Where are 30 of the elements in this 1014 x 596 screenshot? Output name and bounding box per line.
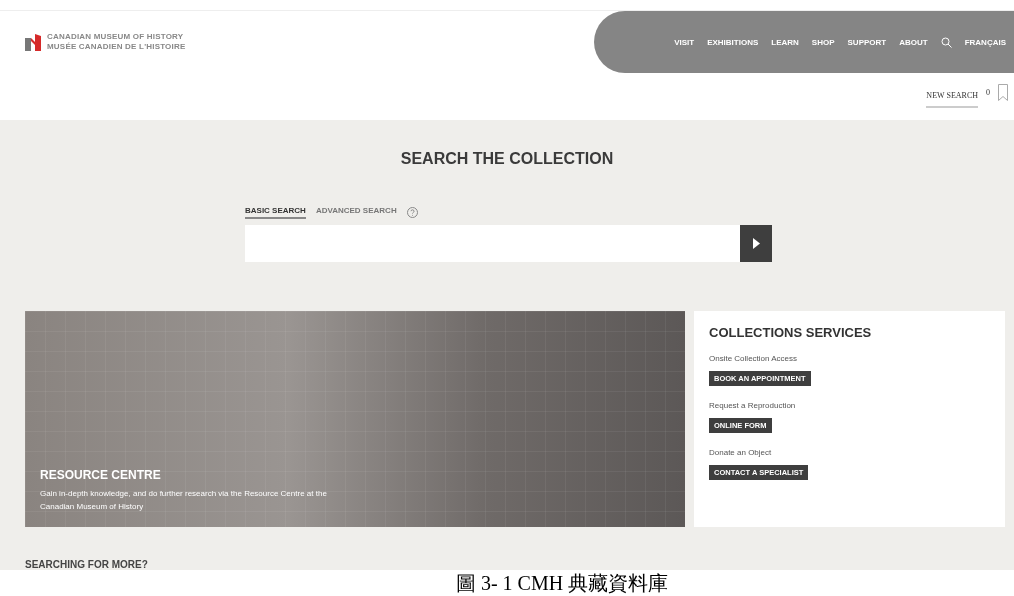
page-title: SEARCH THE COLLECTION	[400, 150, 614, 168]
nav-link[interactable]: SHOP	[811, 37, 835, 47]
new-search-link[interactable]: NEW SEARCH	[926, 86, 978, 108]
search-icon[interactable]	[940, 36, 952, 48]
figure-caption: 圖 3- 1 CMH 典藏資料庫	[455, 571, 669, 596]
card-title: COLLECTIONS SERVICES	[709, 325, 872, 340]
panel-description: Gain in-depth knowledge, and do further research via the Resource Centre at the Canadian Museum of History	[40, 488, 328, 513]
nav-link[interactable]: SUPPORT	[847, 37, 887, 47]
bookmark-icon[interactable]	[998, 83, 1008, 101]
panel-title: RESOURCE CENTRE	[40, 468, 162, 482]
nav-link[interactable]: ABOUT	[899, 37, 928, 47]
nav-link[interactable]: VISIT	[674, 37, 695, 47]
play-arrow-icon	[752, 238, 760, 249]
saved-count: 0	[986, 87, 990, 97]
logo-text: CANADIAN MUSEUM OF HISTORY	[47, 32, 185, 42]
search-field[interactable]	[245, 225, 740, 262]
search-tab[interactable]: BASIC SEARCH	[245, 206, 306, 219]
service-label: Onsite Collection Access	[709, 354, 798, 363]
help-icon[interactable]	[406, 207, 418, 218]
nav-link[interactable]: LEARN	[771, 37, 799, 47]
logo-text: MUSÉE CANADIEN DE L'HISTOIRE	[47, 42, 186, 52]
photo-placeholder[interactable]: RESOURCE CENTRE Gain in-depth knowledge, and do further research via the Resource Centre at the Canadian Museum of History	[25, 311, 685, 527]
service-label: Request a Reproduction	[709, 401, 796, 410]
service-label: Donate an Object	[709, 448, 772, 457]
search-tab[interactable]: ADVANCED SEARCH	[315, 206, 397, 219]
section-heading: SEARCHING FOR MORE?	[25, 559, 148, 570]
museum-logo-icon	[25, 33, 41, 51]
search-submit-button[interactable]	[740, 225, 772, 262]
language-link[interactable]: FRANÇAIS	[964, 37, 1006, 47]
nav-link[interactable]: EXHIBITIONS	[707, 37, 759, 47]
